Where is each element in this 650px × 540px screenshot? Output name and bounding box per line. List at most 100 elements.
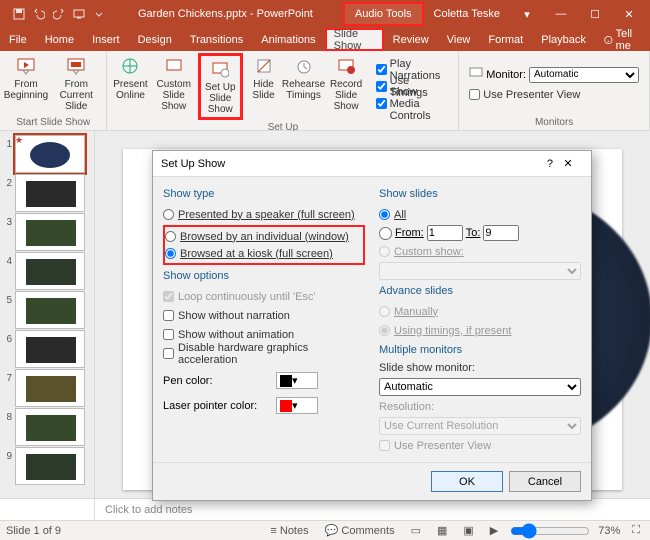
opt-use-presenter: Use Presenter View	[379, 437, 581, 454]
thumbnail-9[interactable]: 9	[2, 447, 92, 485]
group-show-type: Show type	[163, 188, 365, 200]
record-icon	[335, 55, 357, 77]
contextual-tab-audio: Audio Tools	[343, 2, 424, 26]
setup-slideshow-button[interactable]: Set UpSlide Show	[198, 53, 243, 120]
slide-monitor-label: Slide show monitor:	[379, 362, 581, 374]
notes-pane[interactable]: Click to add notes	[0, 498, 650, 520]
close-icon[interactable]: ✕	[612, 1, 646, 27]
thumbnail-6[interactable]: 6	[2, 330, 92, 368]
zoom-value[interactable]: 73%	[598, 525, 620, 537]
resolution-label: Resolution:	[379, 401, 581, 413]
tab-review[interactable]: Review	[384, 28, 438, 51]
qat-more-icon[interactable]	[90, 5, 108, 23]
tab-transitions[interactable]: Transitions	[181, 28, 252, 51]
thumbnail-1[interactable]: 1★	[2, 135, 92, 173]
tab-playback[interactable]: Playback	[532, 28, 595, 51]
hide-slide-button[interactable]: HideSlide	[245, 53, 283, 120]
view-slideshow-icon[interactable]: ▶	[486, 524, 502, 537]
globe-icon	[119, 55, 141, 77]
comments-button[interactable]: 💬 Comments	[321, 524, 399, 537]
thumbnail-8[interactable]: 8	[2, 408, 92, 446]
view-sorter-icon[interactable]: ▦	[433, 524, 451, 537]
user-name[interactable]: Coletta Teske	[424, 8, 510, 20]
opt-timings: Using timings, if present	[379, 322, 581, 339]
tab-insert[interactable]: Insert	[83, 28, 129, 51]
use-presenter-check[interactable]: Use Presenter View	[469, 87, 639, 103]
ribbon-options-icon[interactable]: ▾	[510, 1, 544, 27]
start-show-icon[interactable]	[70, 5, 88, 23]
laser-color-button[interactable]: ▾	[276, 397, 318, 414]
opt-no-animation[interactable]: Show without animation	[163, 326, 365, 343]
animation-star-icon: ★	[15, 135, 23, 146]
group-show-slides: Show slides	[379, 188, 581, 200]
opt-manual: Manually	[379, 303, 581, 320]
slide-monitor-select[interactable]: Automatic	[379, 378, 581, 396]
opt-speaker[interactable]: Presented by a speaker (full screen)	[163, 206, 365, 223]
opt-loop: Loop continuously until 'Esc'	[163, 288, 365, 305]
dialog-close-icon[interactable]: ✕	[553, 157, 583, 170]
fit-window-icon[interactable]: ⛶	[628, 524, 644, 537]
from-beginning-button[interactable]: FromBeginning	[4, 53, 48, 115]
thumbnail-2[interactable]: 2	[2, 174, 92, 212]
from-input[interactable]	[427, 225, 463, 241]
view-reading-icon[interactable]: ▣	[459, 524, 477, 537]
tab-view[interactable]: View	[438, 28, 480, 51]
laser-color-label: Laser pointer color:	[163, 400, 273, 412]
tab-format[interactable]: Format	[479, 28, 532, 51]
setup-icon	[209, 58, 231, 80]
group-advance: Advance slides	[379, 285, 581, 297]
undo-icon[interactable]	[30, 5, 48, 23]
cancel-button[interactable]: Cancel	[509, 471, 581, 492]
rehearse-button[interactable]: RehearseTimings	[285, 53, 323, 120]
pen-color-button[interactable]: ▾	[276, 372, 318, 389]
monitor-select[interactable]: Automatic	[529, 67, 639, 83]
thumbnail-3[interactable]: 3	[2, 213, 92, 251]
view-normal-icon[interactable]: ▭	[407, 524, 425, 537]
opt-custom-show: Custom show:	[379, 243, 581, 260]
opt-all[interactable]: All	[379, 206, 581, 223]
opt-disable-hw[interactable]: Disable hardware graphics acceleration	[163, 345, 365, 362]
zoom-slider[interactable]	[510, 523, 590, 539]
present-online-button[interactable]: PresentOnline	[111, 53, 149, 120]
ok-button[interactable]: OK	[431, 471, 503, 492]
monitor-icon	[469, 67, 483, 82]
notes-placeholder[interactable]: Click to add notes	[95, 504, 192, 516]
setup-show-dialog: Set Up Show ? ✕ Show type Presented by a…	[152, 150, 592, 501]
show-media-check[interactable]: Show Media Controls	[376, 96, 449, 112]
group-show-options: Show options	[163, 270, 365, 282]
presentation-icon	[15, 55, 37, 77]
tab-home[interactable]: Home	[36, 28, 83, 51]
tell-me[interactable]: Tell me	[595, 28, 650, 51]
thumbnail-4[interactable]: 4	[2, 252, 92, 290]
pen-color-label: Pen color:	[163, 375, 273, 387]
to-input[interactable]	[483, 225, 519, 241]
redo-icon[interactable]	[50, 5, 68, 23]
opt-no-narration[interactable]: Show without narration	[163, 307, 365, 324]
custom-show-select	[379, 262, 581, 280]
slide-counter: Slide 1 of 9	[6, 525, 61, 537]
record-button[interactable]: Record SlideShow	[325, 53, 368, 120]
thumbnail-7[interactable]: 7	[2, 369, 92, 407]
tab-slideshow[interactable]: Slide Show	[325, 28, 384, 51]
opt-kiosk[interactable]: Browsed at a kiosk (full screen)	[165, 245, 363, 262]
opt-window[interactable]: Browsed by an individual (window)	[165, 228, 363, 245]
custom-show-button[interactable]: Custom SlideShow	[151, 53, 195, 120]
window-title: Garden Chickens.pptx - PowerPoint	[114, 8, 337, 20]
notes-button[interactable]: ≡ Notes	[266, 525, 312, 537]
presentation-current-icon	[65, 55, 87, 77]
resolution-select: Use Current Resolution	[379, 417, 581, 435]
thumbnail-5[interactable]: 5	[2, 291, 92, 329]
monitor-label: Monitor:	[486, 69, 526, 81]
dialog-title: Set Up Show	[161, 158, 547, 170]
minimize-icon[interactable]: —	[544, 1, 578, 27]
tab-animations[interactable]: Animations	[252, 28, 324, 51]
tab-file[interactable]: File	[0, 28, 36, 51]
ribbon: FromBeginning FromCurrent Slide Start Sl…	[0, 51, 650, 131]
quick-access-toolbar	[4, 5, 114, 23]
from-current-button[interactable]: FromCurrent Slide	[50, 53, 102, 115]
save-icon[interactable]	[10, 5, 28, 23]
slide-thumbnails[interactable]: 1★ 2 3 4 5 6 7 8 9	[0, 131, 95, 498]
maximize-icon[interactable]: ☐	[578, 1, 612, 27]
tab-design[interactable]: Design	[129, 28, 181, 51]
opt-from-radio[interactable]	[379, 227, 392, 240]
